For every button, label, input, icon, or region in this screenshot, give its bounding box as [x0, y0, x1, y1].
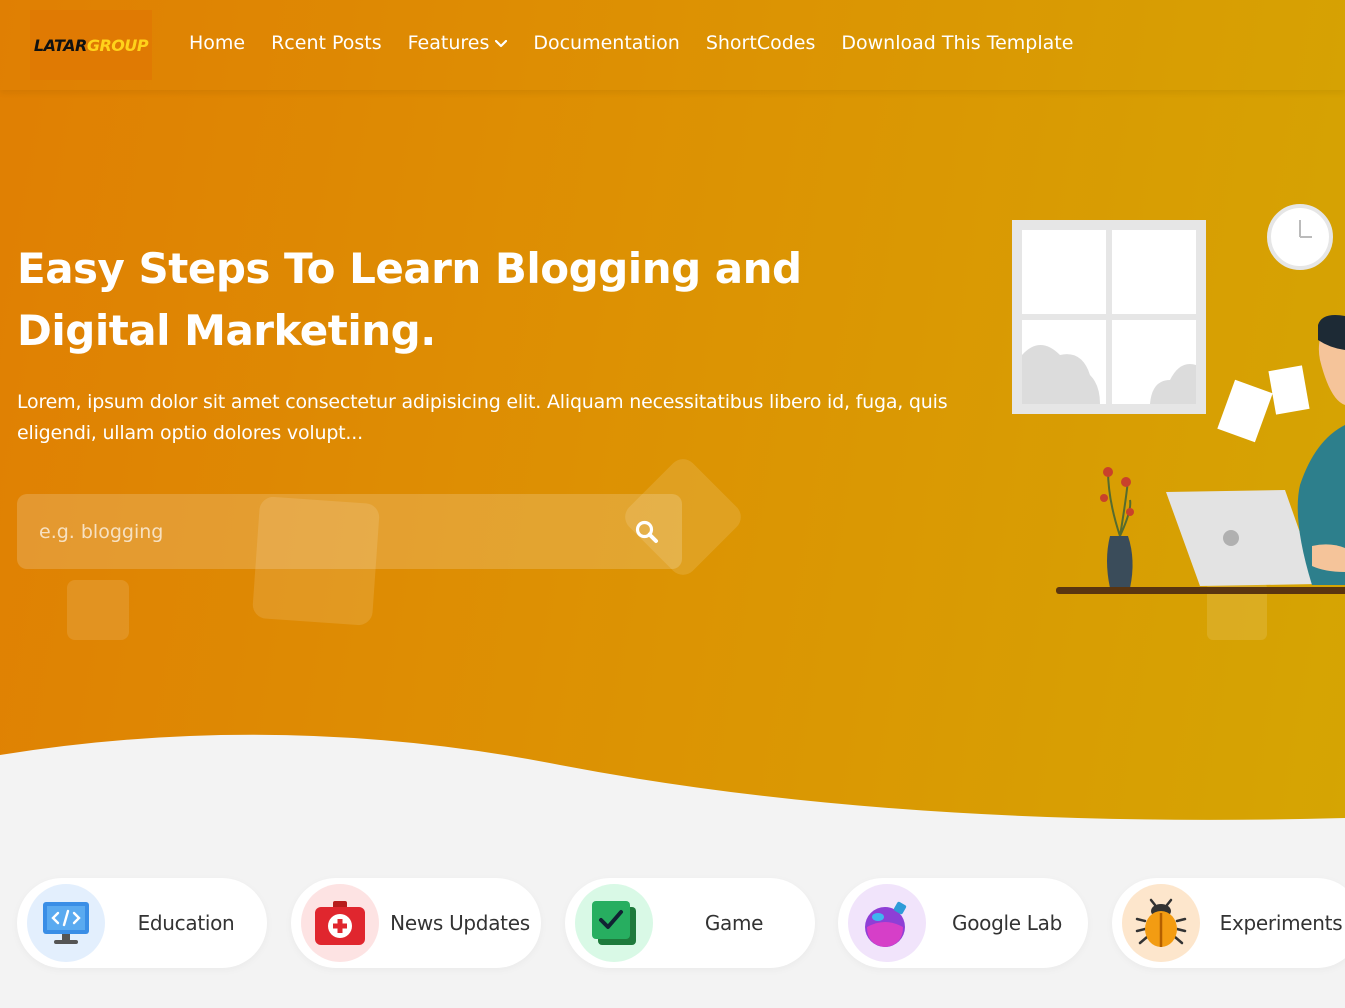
category-game[interactable]: Game [565, 878, 815, 968]
nav-features-label: Features [407, 32, 490, 54]
nav-features[interactable]: Features [408, 32, 508, 54]
chevron-down-icon [495, 40, 508, 48]
wave-divider [0, 734, 1345, 850]
nav-home-label: Home [189, 32, 246, 54]
category-google-lab-label: Google Lab [952, 911, 1062, 935]
category-news-updates-icon-circle [301, 884, 379, 962]
person-illustration [1297, 315, 1345, 585]
decorative-shape [67, 580, 129, 640]
search-icon [635, 520, 658, 543]
search-bar [17, 494, 682, 569]
category-education-icon-circle [27, 884, 105, 962]
window-illustration [1012, 220, 1206, 414]
nav-shortcodes-label: ShortCodes [705, 32, 816, 54]
plant-vase-illustration [1100, 467, 1134, 588]
hero-illustration [1012, 204, 1345, 594]
search-input[interactable] [17, 494, 617, 569]
sticky-notes-illustration [1217, 365, 1310, 443]
category-game-label: Game [704, 911, 764, 935]
hero-description: Lorem, ipsum dolor sit amet consectetur … [17, 391, 948, 444]
search-button[interactable] [622, 512, 672, 552]
checkbox-icon [592, 901, 636, 945]
nav-documentation[interactable]: Documentation [533, 32, 679, 54]
nav-recent-posts-label: Rcent Posts [271, 32, 382, 54]
first-aid-kit-icon [315, 901, 365, 945]
main-menu: Home Rcent Posts Features Documentation … [176, 26, 1086, 60]
nav-documentation-label: Documentation [533, 32, 680, 54]
category-experiments[interactable]: Experiments [1112, 878, 1345, 968]
category-education[interactable]: Education [17, 878, 267, 968]
potion-flask-icon [865, 901, 907, 947]
top-navigation: LATAR GROUP Home Rcent Posts Features Doc… [0, 0, 1345, 90]
bug-icon [1135, 898, 1187, 947]
logo-text-primary: LATAR [33, 35, 87, 55]
clock-illustration [1267, 204, 1333, 270]
nav-download-template[interactable]: Download This Template [841, 32, 1073, 54]
nav-download-template-label: Download This Template [841, 32, 1074, 54]
category-google-lab[interactable]: Google Lab [838, 878, 1088, 968]
nav-shortcodes[interactable]: ShortCodes [706, 32, 816, 54]
category-education-label: Education [137, 911, 235, 935]
monitor-code-icon [43, 902, 89, 944]
site-logo[interactable]: LATAR GROUP [30, 10, 152, 80]
logo-text-accent: GROUP [86, 35, 149, 55]
laptop-illustration [1166, 490, 1318, 586]
nav-home[interactable]: Home [189, 32, 245, 54]
category-news-updates[interactable]: News Updates [291, 878, 541, 968]
category-experiments-icon-circle [1122, 884, 1200, 962]
desk-illustration [1056, 587, 1345, 594]
hero-title: Easy Steps To Learn Blogging and Digital… [17, 244, 802, 355]
category-game-icon-circle [575, 884, 653, 962]
nav-recent-posts[interactable]: Rcent Posts [271, 32, 382, 54]
hero-section: LATAR GROUP Home Rcent Posts Features Doc… [0, 0, 1345, 830]
category-google-lab-icon-circle [848, 884, 926, 962]
category-experiments-label: Experiments [1219, 911, 1343, 935]
category-news-updates-label: News Updates [390, 911, 530, 935]
